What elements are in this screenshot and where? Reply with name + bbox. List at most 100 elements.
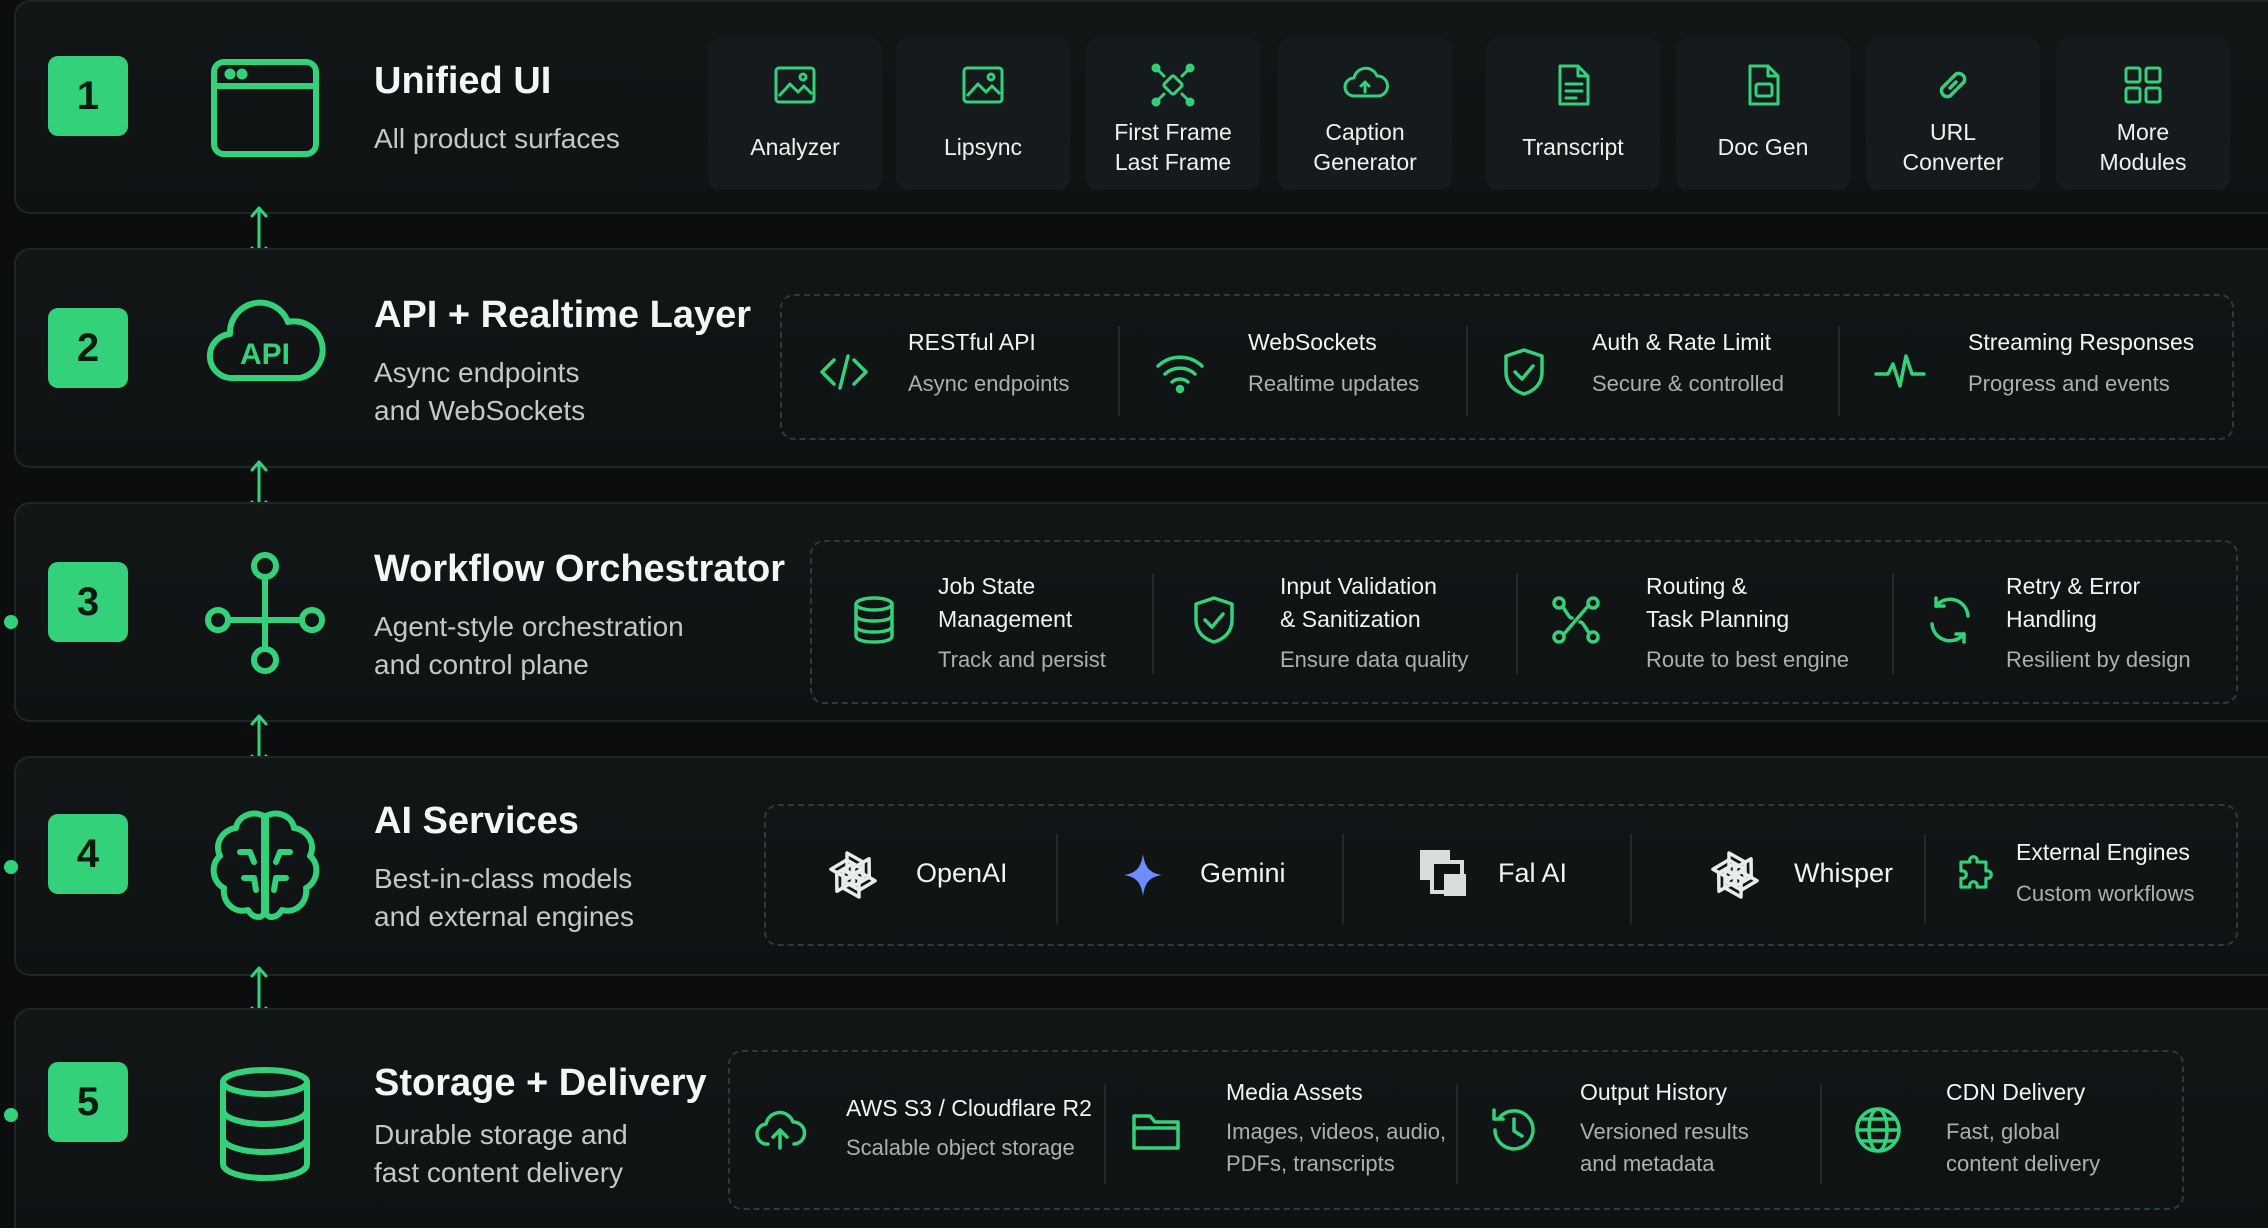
whisper-icon [1702,842,1768,908]
browser-window-icon [200,44,330,174]
feature-subtitle: Track and persist [938,647,1106,672]
service-label: OpenAI [916,858,1008,888]
feature-subtitle: Route to best engine [1646,647,1850,672]
layer-subtitle: Async endpoints and WebSockets [374,357,586,426]
layer-number-badge: 4 [48,814,128,894]
layer-subtitle: All product surfaces [374,123,620,154]
side-dot [4,1108,18,1122]
feature-subtitle: Versioned results and metadata [1580,1119,1749,1176]
service-divider [1342,834,1344,924]
feature-title: WebSockets [1248,329,1377,355]
feature-subtitle: Async endpoints [908,371,1070,396]
puzzle-icon [1952,846,2002,896]
feature-divider [1466,326,1468,416]
api-cloud-icon: API [200,282,330,412]
feature-subtitle: Realtime updates [1248,371,1420,396]
service-label: Gemini [1200,858,1286,888]
layer-number-badge: 2 [48,308,128,388]
frames-icon [1148,60,1198,110]
pulse-icon [1872,344,1928,400]
module-label: Lipsync [944,134,1022,160]
module-label: Analyzer [750,134,840,160]
grid-icon [2118,60,2168,110]
route-icon [1548,592,1604,648]
feature-divider [1152,574,1154,674]
module-tile-url-converter[interactable]: URL Converter [1866,38,2040,190]
layer-workflow-orchestrator: 3 Workflow Orchestrator Agent-style orch… [14,502,2268,722]
link-icon [1928,60,1978,110]
layer-number-badge: 3 [48,562,128,642]
openai-icon [820,842,886,908]
layer-storage-delivery: 5 Storage + Delivery Durable storage and… [14,1008,2268,1228]
layer-number-badge: 5 [48,1062,128,1142]
feature-divider [1820,1084,1822,1184]
feature-subtitle: Progress and events [1968,371,2170,396]
folder-icon [1128,1102,1184,1158]
network-icon [200,548,330,678]
feature-divider [1118,326,1120,416]
brain-icon [200,802,330,932]
feature-title: Input Validation & Sanitization [1280,573,1437,632]
feature-subtitle: Fast, global content delivery [1946,1119,2101,1176]
layer-api-realtime: 2 API API + Realtime Layer Async endpoin… [14,248,2268,468]
history-icon [1486,1102,1542,1158]
database-icon [846,592,902,648]
service-divider [1630,834,1632,924]
service-label: Fal AI [1498,858,1568,888]
code-icon [816,344,872,400]
service-divider [1056,834,1058,924]
module-tile-first-last-frame[interactable]: First Frame Last Frame [1086,38,1260,190]
feature-title: Routing & Task Planning [1646,573,1790,632]
feature-title: Auth & Rate Limit [1592,329,1771,355]
feature-title: RESTful API [908,329,1036,355]
shield-check-icon [1186,592,1242,648]
layer-subtitle: Best-in-class models and external engine… [374,863,634,932]
module-tile-more-modules[interactable]: More Modules [2056,38,2230,190]
feature-subtitle: Images, videos, audio, PDFs, transcripts [1226,1119,1447,1176]
module-label: More Modules [2099,119,2187,175]
feature-divider [1456,1084,1458,1184]
feature-title: Job State Management [938,573,1073,632]
feature-title: Retry & Error Handling [2006,573,2141,632]
feature-title: External Engines [2016,839,2190,865]
doc-gen-icon [1738,60,1788,110]
side-dot [4,615,18,629]
image-lipsync-icon [958,60,1008,110]
shield-check-icon [1496,344,1552,400]
module-tile-lipsync[interactable]: Lipsync [896,38,1070,190]
module-tile-transcript[interactable]: Transcript [1486,38,1660,190]
storage-icon [200,1060,330,1190]
cloud-upload-icon [752,1102,808,1158]
module-label: URL Converter [1902,119,2004,175]
module-tile-caption-generator[interactable]: Caption Generator [1278,38,1452,190]
layer-unified-ui: 1 Unified UI All product surfaces Analyz… [14,0,2268,214]
layer-subtitle: Agent-style orchestration and control pl… [374,611,684,680]
layer-title: AI Services [374,800,579,842]
feature-divider [1104,1084,1106,1184]
wifi-icon [1152,344,1208,400]
feature-title: Media Assets [1226,1079,1363,1105]
module-label: First Frame Last Frame [1114,119,1232,175]
layer-title: Workflow Orchestrator [374,548,786,590]
feature-subtitle: Resilient by design [2006,647,2191,672]
svg-text:API: API [240,338,290,371]
module-label: Doc Gen [1717,134,1809,160]
feature-subtitle: Scalable object storage [846,1135,1075,1160]
feature-divider [1892,574,1894,674]
feature-divider [1516,574,1518,674]
feature-title: AWS S3 / Cloudflare R2 [846,1095,1092,1121]
service-label: Whisper [1794,858,1894,888]
gemini-sparkle-icon [1110,842,1176,908]
image-analyzer-icon [770,60,820,110]
feature-subtitle: Ensure data quality [1280,647,1469,672]
feature-subtitle: Secure & controlled [1592,371,1784,396]
cloud-caption-icon [1340,60,1390,110]
module-tile-doc-gen[interactable]: Doc Gen [1676,38,1850,190]
service-divider [1924,834,1926,924]
layer-subtitle: Durable storage and fast content deliver… [374,1119,628,1188]
layer-title: API + Realtime Layer [374,294,752,336]
feature-title: Streaming Responses [1968,329,2195,355]
document-icon [1548,60,1598,110]
module-tile-analyzer[interactable]: Analyzer [708,38,882,190]
layer-title: Unified UI [374,60,552,102]
